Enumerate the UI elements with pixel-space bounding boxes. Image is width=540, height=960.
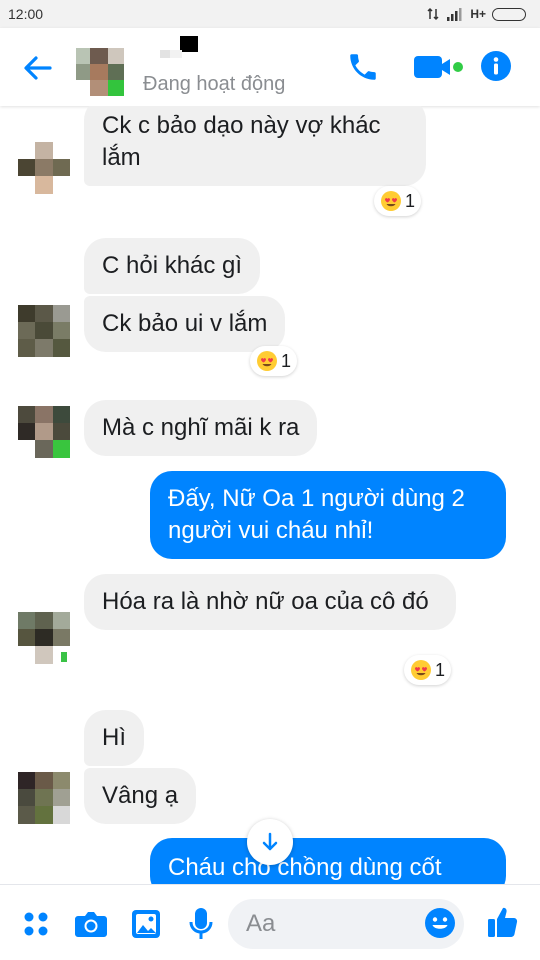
message-text: Hóa ra là nhờ nữ oa của cô đó	[102, 588, 429, 615]
status-bar: 12:00 H+	[0, 0, 540, 28]
microphone-icon[interactable]	[188, 907, 214, 941]
message-reaction[interactable]: 1	[404, 655, 452, 685]
message-bubble-incoming[interactable]: Hóa ra là nhờ nữ oa của cô đó	[84, 574, 456, 630]
chat-header: Đang hoạt động	[0, 28, 540, 106]
reaction-count: 1	[405, 190, 416, 211]
arrow-down-icon	[262, 832, 278, 851]
message-bubble-incoming[interactable]: Vâng ạ	[84, 768, 197, 824]
message-bubble-outgoing[interactable]: Cháu cho chồng dùng cốt	[150, 838, 506, 884]
message-text: Ck c bảo dạo này vợ khác lắm	[102, 112, 381, 171]
sender-avatar[interactable]	[18, 406, 70, 458]
phone-icon[interactable]	[346, 50, 380, 84]
reaction-count: 1	[281, 350, 292, 371]
status-time: 12:00	[8, 6, 44, 22]
message-text: Cháu cho chồng dùng cốt	[168, 854, 442, 881]
gallery-icon[interactable]	[131, 909, 161, 939]
data-transfer-icon	[427, 7, 439, 21]
message-text: Ck bảo ui v lắm	[102, 310, 268, 337]
message-text: C hỏi khác gì	[102, 252, 243, 279]
info-icon[interactable]	[481, 51, 511, 81]
message-bubble-incoming[interactable]: Hì	[84, 710, 144, 766]
heart-eyes-emoji-icon	[257, 351, 277, 371]
active-status: Đang hoạt động	[143, 73, 286, 95]
emoji-icon[interactable]	[424, 907, 456, 939]
sender-avatar[interactable]	[18, 772, 70, 824]
contact-name-redacted	[160, 36, 198, 58]
battery-icon	[492, 7, 526, 21]
message-bubble-incoming[interactable]: Ck bảo ui v lắm	[84, 296, 286, 352]
message-text: Hì	[102, 724, 126, 751]
sender-avatar[interactable]	[18, 305, 70, 357]
network-type: H+	[470, 7, 486, 21]
message-bubble-outgoing[interactable]: Đấy, Nữ Oa 1 người dùng 2 người vui cháu…	[150, 471, 506, 559]
message-text: Đấy, Nữ Oa 1 người dùng 2 người vui cháu…	[168, 485, 465, 544]
message-bubble-incoming[interactable]: Mà c nghĩ mãi k ra	[84, 400, 318, 456]
back-arrow-icon[interactable]	[20, 50, 56, 86]
thumbs-up-icon[interactable]	[486, 905, 520, 939]
heart-eyes-emoji-icon	[381, 191, 401, 211]
signal-icon	[447, 8, 462, 21]
reaction-count: 1	[435, 659, 446, 680]
sender-avatar[interactable]	[18, 612, 70, 664]
message-reaction[interactable]: 1	[374, 186, 422, 216]
status-icons: H+	[426, 7, 526, 21]
contact-avatar[interactable]	[76, 48, 124, 96]
camera-icon[interactable]	[74, 909, 108, 939]
message-list[interactable]: Ck c bảo dạo này vợ khác lắm 1 C hỏi khá…	[0, 106, 540, 884]
sender-avatar[interactable]	[18, 142, 70, 194]
message-text: Mà c nghĩ mãi k ra	[102, 414, 300, 441]
scroll-to-bottom-button[interactable]	[247, 819, 293, 865]
message-reaction[interactable]: 1	[250, 346, 298, 376]
message-text: Vâng ạ	[102, 782, 179, 809]
message-bubble-incoming[interactable]: Ck c bảo dạo này vợ khác lắm	[84, 106, 426, 186]
message-composer	[0, 884, 540, 960]
more-options-icon[interactable]	[23, 911, 49, 937]
message-bubble-incoming[interactable]: C hỏi khác gì	[84, 238, 261, 294]
heart-eyes-emoji-icon	[411, 660, 431, 680]
video-call-icon[interactable]	[412, 52, 466, 82]
